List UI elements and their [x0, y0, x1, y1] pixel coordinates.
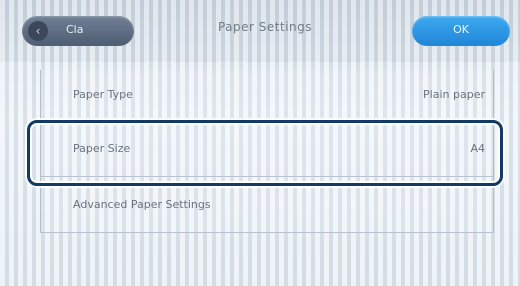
setting-name: Paper Size — [73, 142, 131, 155]
setting-row-paper-size[interactable]: Paper Size A4 — [41, 124, 493, 177]
printer-screen: ‹ Cla Paper Settings OK Paper Type Plain… — [0, 0, 520, 286]
settings-list: Paper Type Plain paper Paper Size A4 Adv… — [40, 70, 494, 233]
back-arrow-icon: ‹ — [28, 21, 48, 41]
setting-value: Plain paper — [423, 88, 485, 101]
page-title: Paper Settings — [217, 20, 313, 34]
ok-button[interactable]: OK — [412, 16, 510, 46]
setting-name: Paper Type — [73, 88, 133, 101]
setting-name: Advanced Paper Settings — [73, 198, 211, 211]
back-button[interactable]: ‹ Cla — [22, 16, 134, 46]
setting-value: A4 — [470, 142, 485, 155]
setting-row-advanced-paper-settings[interactable]: Advanced Paper Settings — [41, 180, 493, 233]
back-button-label: Cla — [66, 23, 84, 36]
header-bar: ‹ Cla Paper Settings OK — [0, 0, 520, 62]
ok-button-label: OK — [453, 23, 469, 36]
setting-row-paper-type[interactable]: Paper Type Plain paper — [41, 70, 493, 123]
